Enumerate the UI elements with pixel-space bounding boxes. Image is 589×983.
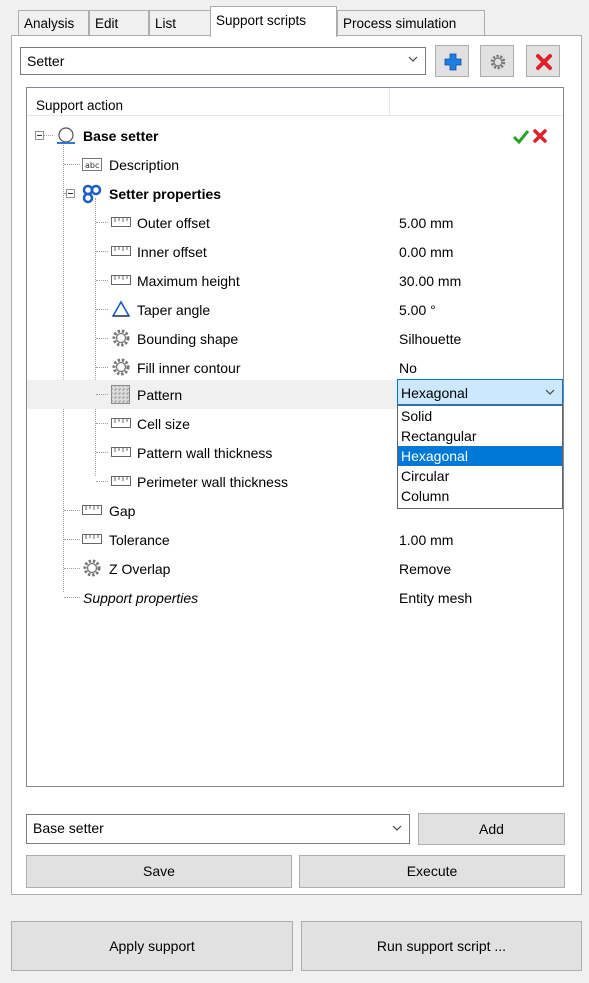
pattern-dropdown[interactable]: Hexagonal	[397, 379, 563, 405]
tolerance-value[interactable]: 1.00 mm	[399, 532, 453, 548]
pattern-option-rectangular[interactable]: Rectangular	[398, 426, 562, 446]
gear-icon	[112, 329, 130, 347]
tab-support-scripts[interactable]: Support scripts	[210, 6, 337, 37]
chevron-down-icon	[392, 825, 402, 831]
ruler-icon	[82, 505, 102, 515]
tab-edit[interactable]: Edit	[89, 10, 149, 35]
taper-angle-value[interactable]: 5.00 °	[399, 302, 436, 318]
ruler-icon	[111, 217, 131, 227]
gear-icon	[83, 559, 101, 577]
text-abc-icon: abc	[82, 158, 102, 171]
pattern-icon	[111, 385, 130, 404]
setter-properties-label: Setter properties	[109, 186, 222, 202]
remove-script-button[interactable]	[526, 45, 560, 77]
collapse-icon[interactable]	[66, 189, 75, 198]
perimeter-wall-thickness-label: Perimeter wall thickness	[137, 474, 288, 490]
tab-list[interactable]: List	[149, 10, 212, 35]
tolerance-label: Tolerance	[109, 532, 170, 548]
gap-label: Gap	[109, 503, 136, 519]
fill-inner-contour-label: Fill inner contour	[137, 360, 241, 376]
script-selector-value: Setter	[27, 53, 65, 69]
outer-offset-label: Outer offset	[137, 215, 210, 231]
add-script-button[interactable]	[435, 45, 469, 77]
bounding-shape-label: Bounding shape	[137, 331, 239, 347]
ruler-icon	[111, 246, 131, 256]
gear-icon	[490, 54, 506, 70]
angle-icon	[111, 300, 131, 317]
execute-button[interactable]: Execute	[299, 855, 565, 888]
base-setter-icon	[57, 127, 75, 144]
z-overlap-value[interactable]: Remove	[399, 561, 451, 577]
tree-row-bounding-shape[interactable]: Bounding shape Silhouette	[27, 324, 563, 353]
run-support-script-button[interactable]: Run support script ...	[301, 921, 582, 971]
tree-row-base-setter[interactable]: Base setter	[27, 121, 563, 150]
script-selector[interactable]: Setter	[20, 47, 426, 75]
maximum-height-label: Maximum height	[137, 273, 240, 289]
tree-row-maximum-height[interactable]: Maximum height 30.00 mm	[27, 266, 563, 295]
remove-icon[interactable]	[532, 128, 548, 144]
plus-icon	[444, 53, 462, 71]
tree-row-tolerance[interactable]: Tolerance 1.00 mm	[27, 525, 563, 554]
z-overlap-label: Z Overlap	[109, 561, 171, 577]
add-button[interactable]: Add	[418, 813, 565, 845]
support-properties-label: Support properties	[83, 590, 199, 606]
ruler-icon	[111, 476, 131, 486]
base-setter-label: Base setter	[83, 128, 159, 144]
save-button[interactable]: Save	[26, 855, 292, 888]
tree-row-inner-offset[interactable]: Inner offset 0.00 mm	[27, 237, 563, 266]
inner-offset-label: Inner offset	[137, 244, 207, 260]
apply-support-button[interactable]: Apply support	[11, 921, 293, 971]
setter-properties-icon	[82, 184, 102, 204]
taper-angle-label: Taper angle	[137, 302, 211, 318]
bounding-shape-value[interactable]: Silhouette	[399, 331, 461, 347]
support-properties-value[interactable]: Entity mesh	[399, 590, 472, 606]
collapse-icon[interactable]	[35, 131, 44, 140]
pattern-label: Pattern	[137, 387, 183, 403]
pattern-wall-thickness-label: Pattern wall thickness	[137, 445, 273, 461]
svg-text:abc: abc	[85, 161, 99, 170]
pattern-option-solid[interactable]: Solid	[398, 406, 562, 426]
ruler-icon	[111, 447, 131, 457]
tab-process-simulation[interactable]: Process simulation	[337, 10, 485, 35]
pattern-option-circular[interactable]: Circular	[398, 466, 562, 486]
ruler-icon	[111, 275, 131, 285]
tree-row-outer-offset[interactable]: Outer offset 5.00 mm	[27, 208, 563, 237]
fill-inner-contour-value[interactable]: No	[399, 360, 417, 376]
support-action-tree[interactable]: Support action Base setter abc Descripti…	[26, 87, 564, 787]
outer-offset-value[interactable]: 5.00 mm	[399, 215, 453, 231]
column-header-support-action: Support action	[36, 98, 124, 113]
tree-row-support-properties[interactable]: Support properties Entity mesh	[27, 583, 563, 612]
tab-analysis[interactable]: Analysis	[18, 10, 89, 35]
tree-row-z-overlap[interactable]: Z Overlap Remove	[27, 554, 563, 583]
inner-offset-value[interactable]: 0.00 mm	[399, 244, 453, 260]
chevron-down-icon	[408, 56, 418, 62]
description-label: Description	[109, 157, 180, 173]
script-settings-button[interactable]	[480, 45, 514, 77]
chevron-down-icon	[545, 389, 555, 395]
tree-row-description[interactable]: abc Description	[27, 150, 563, 179]
remove-icon	[536, 54, 552, 70]
pattern-option-column[interactable]: Column	[398, 486, 562, 506]
ruler-icon	[82, 534, 102, 544]
pattern-dropdown-value: Hexagonal	[401, 385, 468, 401]
tree-row-taper-angle[interactable]: Taper angle 5.00 °	[27, 295, 563, 324]
ruler-icon	[111, 418, 131, 428]
cell-size-label: Cell size	[137, 416, 190, 432]
tree-row-setter-properties[interactable]: Setter properties	[27, 179, 563, 208]
maximum-height-value[interactable]: 30.00 mm	[399, 273, 461, 289]
column-header: Support action	[27, 88, 563, 116]
tree-row-fill-inner-contour[interactable]: Fill inner contour No	[27, 353, 563, 382]
check-icon[interactable]	[512, 129, 530, 145]
pattern-option-hexagonal[interactable]: Hexagonal	[398, 446, 562, 466]
action-selector-value: Base setter	[33, 820, 104, 836]
gear-icon	[112, 358, 130, 376]
pattern-dropdown-list: Solid Rectangular Hexagonal Circular Col…	[397, 405, 563, 509]
action-selector[interactable]: Base setter	[26, 814, 410, 844]
